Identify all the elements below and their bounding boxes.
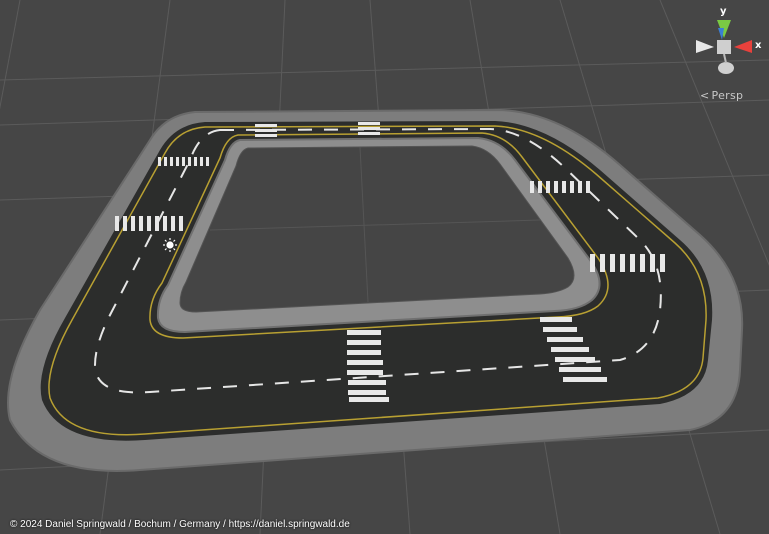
gizmo-x-label: x bbox=[755, 40, 762, 51]
crosswalk-top-right bbox=[358, 122, 380, 135]
gizmo-x-axis-icon[interactable] bbox=[734, 40, 752, 53]
projection-caret-icon: < bbox=[700, 89, 710, 102]
scene-viewport[interactable]: y x < Persp © 2024 Daniel Springwald / Bo… bbox=[0, 0, 769, 534]
crosswalk-left-lower bbox=[115, 216, 183, 231]
gizmo-neg-x-icon[interactable] bbox=[696, 40, 714, 53]
orientation-gizmo[interactable] bbox=[696, 20, 752, 74]
projection-label: Persp bbox=[711, 89, 744, 102]
scene-canvas[interactable] bbox=[0, 0, 769, 534]
projection-toggle[interactable]: < Persp bbox=[700, 89, 743, 102]
road-track[interactable] bbox=[7, 108, 744, 472]
gizmo-neg-y-icon[interactable] bbox=[718, 62, 734, 74]
crosswalk-top-left bbox=[255, 124, 277, 137]
gizmo-center-cube-icon[interactable] bbox=[717, 40, 731, 54]
gizmo-y-label: y bbox=[720, 6, 727, 17]
copyright-text: © 2024 Daniel Springwald / Bochum / Germ… bbox=[10, 519, 350, 530]
crosswalk-left-upper bbox=[158, 157, 209, 166]
